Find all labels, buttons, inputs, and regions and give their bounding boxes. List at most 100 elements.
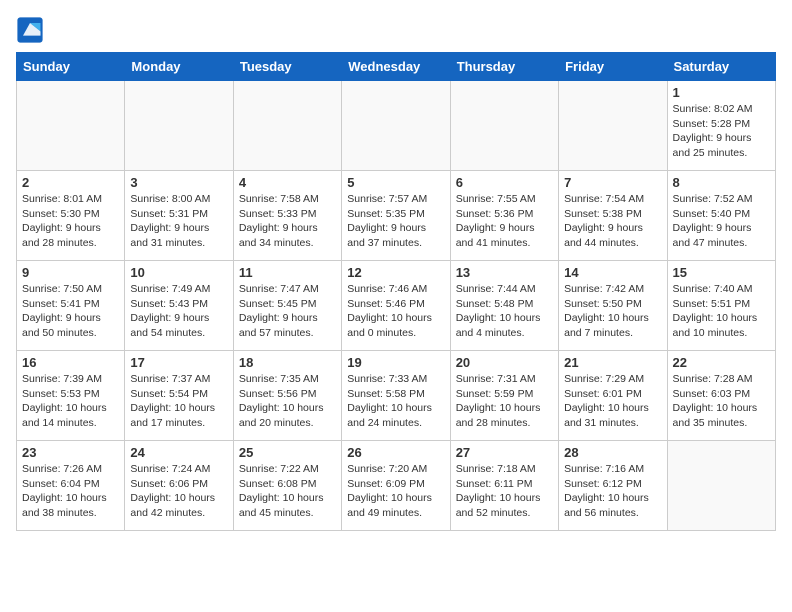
header-sunday: Sunday	[17, 53, 125, 81]
day-info: Sunrise: 7:18 AM Sunset: 6:11 PM Dayligh…	[456, 462, 553, 521]
header-thursday: Thursday	[450, 53, 558, 81]
day-number: 26	[347, 445, 444, 460]
calendar-cell	[450, 81, 558, 171]
calendar-table: SundayMondayTuesdayWednesdayThursdayFrid…	[16, 52, 776, 531]
day-number: 8	[673, 175, 770, 190]
day-info: Sunrise: 7:28 AM Sunset: 6:03 PM Dayligh…	[673, 372, 770, 431]
day-number: 24	[130, 445, 227, 460]
calendar-cell: 25 Sunrise: 7:22 AM Sunset: 6:08 PM Dayli…	[233, 441, 341, 531]
day-info: Sunrise: 8:01 AM Sunset: 5:30 PM Dayligh…	[22, 192, 119, 251]
header-friday: Friday	[559, 53, 667, 81]
day-info: Sunrise: 7:22 AM Sunset: 6:08 PM Dayligh…	[239, 462, 336, 521]
day-info: Sunrise: 7:39 AM Sunset: 5:53 PM Dayligh…	[22, 372, 119, 431]
calendar-cell: 12 Sunrise: 7:46 AM Sunset: 5:46 PM Dayli…	[342, 261, 450, 351]
calendar-header-row: SundayMondayTuesdayWednesdayThursdayFrid…	[17, 53, 776, 81]
day-number: 23	[22, 445, 119, 460]
day-info: Sunrise: 7:47 AM Sunset: 5:45 PM Dayligh…	[239, 282, 336, 341]
calendar-cell: 23 Sunrise: 7:26 AM Sunset: 6:04 PM Dayli…	[17, 441, 125, 531]
calendar-cell: 1 Sunrise: 8:02 AM Sunset: 5:28 PM Daylig…	[667, 81, 775, 171]
calendar-cell: 19 Sunrise: 7:33 AM Sunset: 5:58 PM Dayli…	[342, 351, 450, 441]
day-number: 12	[347, 265, 444, 280]
day-number: 21	[564, 355, 661, 370]
day-info: Sunrise: 7:37 AM Sunset: 5:54 PM Dayligh…	[130, 372, 227, 431]
calendar-week-3: 16 Sunrise: 7:39 AM Sunset: 5:53 PM Dayli…	[17, 351, 776, 441]
day-info: Sunrise: 7:42 AM Sunset: 5:50 PM Dayligh…	[564, 282, 661, 341]
day-number: 28	[564, 445, 661, 460]
calendar-cell: 27 Sunrise: 7:18 AM Sunset: 6:11 PM Dayli…	[450, 441, 558, 531]
header-saturday: Saturday	[667, 53, 775, 81]
day-number: 7	[564, 175, 661, 190]
header-wednesday: Wednesday	[342, 53, 450, 81]
day-number: 2	[22, 175, 119, 190]
calendar-cell: 2 Sunrise: 8:01 AM Sunset: 5:30 PM Daylig…	[17, 171, 125, 261]
day-number: 22	[673, 355, 770, 370]
day-number: 1	[673, 85, 770, 100]
day-number: 10	[130, 265, 227, 280]
calendar-cell	[559, 81, 667, 171]
calendar-cell	[17, 81, 125, 171]
calendar-cell: 21 Sunrise: 7:29 AM Sunset: 6:01 PM Dayli…	[559, 351, 667, 441]
calendar-cell: 9 Sunrise: 7:50 AM Sunset: 5:41 PM Daylig…	[17, 261, 125, 351]
calendar-cell: 8 Sunrise: 7:52 AM Sunset: 5:40 PM Daylig…	[667, 171, 775, 261]
day-info: Sunrise: 7:35 AM Sunset: 5:56 PM Dayligh…	[239, 372, 336, 431]
day-info: Sunrise: 7:54 AM Sunset: 5:38 PM Dayligh…	[564, 192, 661, 251]
calendar-cell: 11 Sunrise: 7:47 AM Sunset: 5:45 PM Dayli…	[233, 261, 341, 351]
day-number: 5	[347, 175, 444, 190]
day-info: Sunrise: 7:52 AM Sunset: 5:40 PM Dayligh…	[673, 192, 770, 251]
logo	[16, 16, 48, 44]
day-number: 20	[456, 355, 553, 370]
day-info: Sunrise: 7:44 AM Sunset: 5:48 PM Dayligh…	[456, 282, 553, 341]
calendar-cell: 15 Sunrise: 7:40 AM Sunset: 5:51 PM Dayli…	[667, 261, 775, 351]
day-info: Sunrise: 7:26 AM Sunset: 6:04 PM Dayligh…	[22, 462, 119, 521]
page-header	[16, 16, 776, 44]
day-number: 18	[239, 355, 336, 370]
day-number: 6	[456, 175, 553, 190]
calendar-cell: 22 Sunrise: 7:28 AM Sunset: 6:03 PM Dayli…	[667, 351, 775, 441]
calendar-cell: 24 Sunrise: 7:24 AM Sunset: 6:06 PM Dayli…	[125, 441, 233, 531]
calendar-week-4: 23 Sunrise: 7:26 AM Sunset: 6:04 PM Dayli…	[17, 441, 776, 531]
day-number: 15	[673, 265, 770, 280]
day-number: 25	[239, 445, 336, 460]
day-info: Sunrise: 7:55 AM Sunset: 5:36 PM Dayligh…	[456, 192, 553, 251]
day-info: Sunrise: 7:58 AM Sunset: 5:33 PM Dayligh…	[239, 192, 336, 251]
day-number: 11	[239, 265, 336, 280]
day-number: 9	[22, 265, 119, 280]
calendar-cell: 13 Sunrise: 7:44 AM Sunset: 5:48 PM Dayli…	[450, 261, 558, 351]
header-monday: Monday	[125, 53, 233, 81]
calendar-cell	[125, 81, 233, 171]
calendar-cell: 14 Sunrise: 7:42 AM Sunset: 5:50 PM Dayli…	[559, 261, 667, 351]
day-info: Sunrise: 7:46 AM Sunset: 5:46 PM Dayligh…	[347, 282, 444, 341]
calendar-cell: 7 Sunrise: 7:54 AM Sunset: 5:38 PM Daylig…	[559, 171, 667, 261]
calendar-cell: 28Sunrise: 7:16 AM Sunset: 6:12 PM Dayli…	[559, 441, 667, 531]
day-info: Sunrise: 7:40 AM Sunset: 5:51 PM Dayligh…	[673, 282, 770, 341]
day-info: Sunrise: 8:02 AM Sunset: 5:28 PM Dayligh…	[673, 102, 770, 161]
calendar-week-1: 2 Sunrise: 8:01 AM Sunset: 5:30 PM Daylig…	[17, 171, 776, 261]
day-number: 19	[347, 355, 444, 370]
calendar-cell: 3 Sunrise: 8:00 AM Sunset: 5:31 PM Daylig…	[125, 171, 233, 261]
day-number: 27	[456, 445, 553, 460]
day-number: 3	[130, 175, 227, 190]
day-number: 13	[456, 265, 553, 280]
day-info: Sunrise: 7:57 AM Sunset: 5:35 PM Dayligh…	[347, 192, 444, 251]
day-info: Sunrise: 7:31 AM Sunset: 5:59 PM Dayligh…	[456, 372, 553, 431]
day-info: Sunrise: 8:00 AM Sunset: 5:31 PM Dayligh…	[130, 192, 227, 251]
day-number: 17	[130, 355, 227, 370]
calendar-cell	[233, 81, 341, 171]
calendar-week-0: 1 Sunrise: 8:02 AM Sunset: 5:28 PM Daylig…	[17, 81, 776, 171]
calendar-cell: 20 Sunrise: 7:31 AM Sunset: 5:59 PM Dayli…	[450, 351, 558, 441]
day-number: 16	[22, 355, 119, 370]
header-tuesday: Tuesday	[233, 53, 341, 81]
calendar-cell: 10Sunrise: 7:49 AM Sunset: 5:43 PM Dayli…	[125, 261, 233, 351]
calendar-cell: 6 Sunrise: 7:55 AM Sunset: 5:36 PM Daylig…	[450, 171, 558, 261]
day-number: 4	[239, 175, 336, 190]
day-number: 14	[564, 265, 661, 280]
day-info: Sunrise: 7:33 AM Sunset: 5:58 PM Dayligh…	[347, 372, 444, 431]
calendar-cell: 18 Sunrise: 7:35 AM Sunset: 5:56 PM Dayli…	[233, 351, 341, 441]
calendar-cell: 5 Sunrise: 7:57 AM Sunset: 5:35 PM Daylig…	[342, 171, 450, 261]
day-info: Sunrise: 7:24 AM Sunset: 6:06 PM Dayligh…	[130, 462, 227, 521]
calendar-cell	[667, 441, 775, 531]
day-info: Sunrise: 7:29 AM Sunset: 6:01 PM Dayligh…	[564, 372, 661, 431]
day-info: Sunrise: 7:50 AM Sunset: 5:41 PM Dayligh…	[22, 282, 119, 341]
calendar-cell	[342, 81, 450, 171]
logo-icon	[16, 16, 44, 44]
